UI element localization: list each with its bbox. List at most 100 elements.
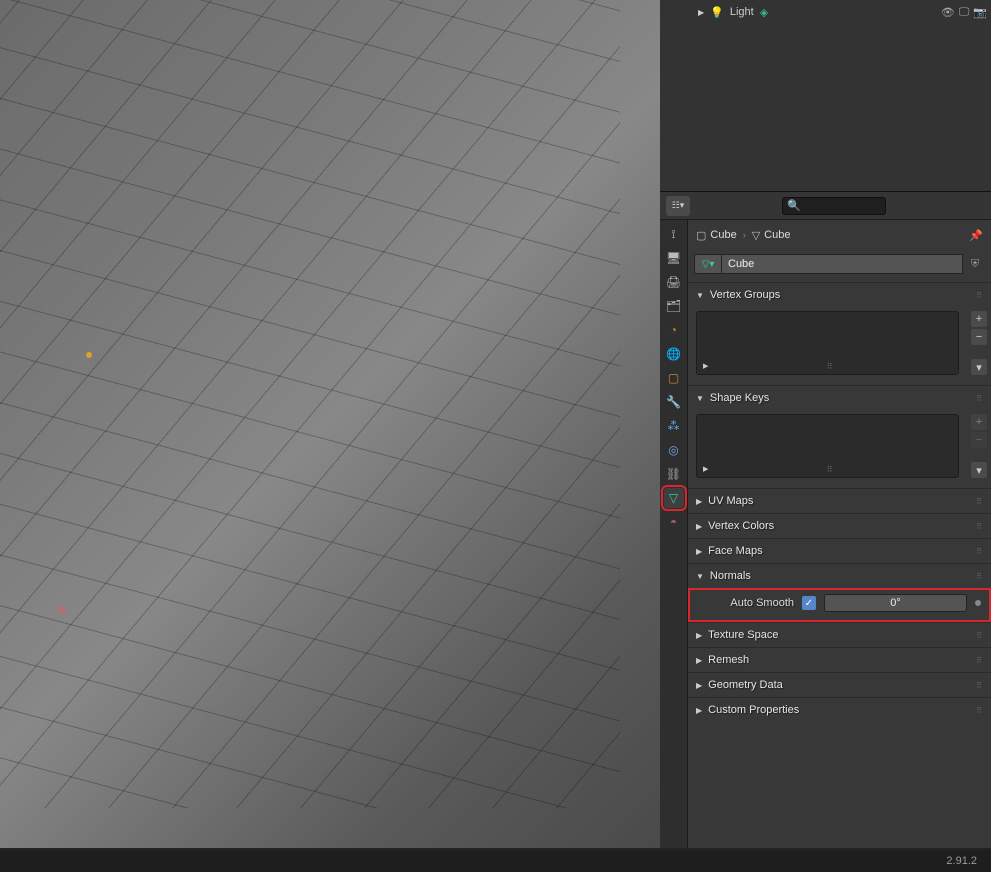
chevron-down-icon: ▼ bbox=[696, 394, 704, 403]
panel-geometry-data: ▶ Geometry Data ⠿ bbox=[688, 672, 991, 697]
expand-icon[interactable]: ▶ bbox=[698, 8, 704, 17]
scene-icon: ◔ bbox=[670, 323, 677, 337]
tab-world[interactable]: 🌐 bbox=[664, 344, 684, 364]
breadcrumb-object[interactable]: ▢ Cube bbox=[696, 229, 737, 242]
world-icon: 🌐 bbox=[666, 347, 681, 361]
tab-scene[interactable]: ◔ bbox=[664, 320, 684, 340]
datablock-name-input[interactable]: Cube bbox=[722, 254, 963, 274]
lamp-icon: 💡 bbox=[710, 6, 724, 19]
object-origin-indicator bbox=[86, 352, 92, 358]
render-enable-icon[interactable]: 📷 bbox=[973, 6, 987, 19]
tab-output[interactable]: 🖨 bbox=[664, 272, 684, 292]
auto-smooth-checkbox[interactable]: ✓ bbox=[802, 596, 816, 610]
panel-texture-space: ▶ Texture Space ⠿ bbox=[688, 622, 991, 647]
panel-header-uv-maps[interactable]: ▶ UV Maps ⠿ bbox=[688, 489, 991, 513]
pin-icon[interactable]: 📌 bbox=[969, 229, 983, 242]
list-expand-icon[interactable]: ▶ bbox=[703, 465, 708, 473]
outliner-panel[interactable]: ▶ 💡 Light ◈ 👁 🖵 📷 bbox=[660, 0, 991, 192]
list-grip-icon[interactable]: ⠿ bbox=[827, 362, 834, 371]
drag-handle-icon[interactable]: ⠿ bbox=[976, 681, 983, 690]
datablock-type-dropdown[interactable]: ▽▾ bbox=[694, 254, 722, 274]
drag-handle-icon[interactable]: ⠿ bbox=[976, 497, 983, 506]
shape-key-specials-dropdown[interactable]: ▾ bbox=[971, 462, 987, 478]
animate-property-icon[interactable] bbox=[975, 600, 981, 606]
search-icon: 🔍 bbox=[787, 199, 801, 212]
panel-header-vertex-groups[interactable]: ▼ Vertex Groups ⠿ bbox=[688, 283, 991, 307]
remove-shape-key-button: − bbox=[971, 432, 987, 448]
chevron-down-icon: ▼ bbox=[696, 572, 704, 581]
chevron-right-icon: › bbox=[743, 230, 746, 240]
3d-viewport[interactable] bbox=[0, 0, 660, 848]
panel-header-geometry-data[interactable]: ▶ Geometry Data ⠿ bbox=[688, 673, 991, 697]
tab-constraint[interactable]: ⛓ bbox=[664, 464, 684, 484]
properties-search-input[interactable]: 🔍 bbox=[782, 197, 886, 215]
breadcrumb: ▢ Cube › ▽ Cube 📌 bbox=[688, 220, 991, 250]
chevron-right-icon: ▶ bbox=[696, 547, 702, 556]
auto-smooth-angle-slider[interactable]: 0° bbox=[824, 594, 967, 612]
panel-label: Texture Space bbox=[708, 629, 778, 641]
material-icon: ◓ bbox=[670, 515, 677, 529]
wrench-icon: 🔧 bbox=[666, 395, 681, 409]
outliner-item-label[interactable]: Light bbox=[730, 6, 754, 18]
panel-uv-maps: ▶ UV Maps ⠿ bbox=[688, 488, 991, 513]
add-vertex-group-button[interactable]: + bbox=[971, 311, 987, 327]
chevron-right-icon: ▶ bbox=[696, 706, 702, 715]
tab-tool[interactable]: ⟟ bbox=[664, 224, 684, 244]
tab-mesh-data[interactable]: ▽ bbox=[664, 488, 684, 508]
panel-header-custom-properties[interactable]: ▶ Custom Properties ⠿ bbox=[688, 698, 991, 722]
object-icon: ▢ bbox=[696, 229, 706, 242]
chevron-right-icon: ▶ bbox=[696, 522, 702, 531]
drag-handle-icon[interactable]: ⠿ bbox=[976, 706, 983, 715]
properties-header: ☷▾ 🔍 bbox=[660, 192, 991, 220]
panel-label: Geometry Data bbox=[708, 679, 783, 691]
drag-handle-icon[interactable]: ⠿ bbox=[976, 631, 983, 640]
drag-handle-icon[interactable]: ⠿ bbox=[976, 547, 983, 556]
viewport-display-icon[interactable]: 🖵 bbox=[959, 6, 970, 19]
drag-handle-icon[interactable]: ⠿ bbox=[976, 522, 983, 531]
drag-handle-icon[interactable]: ⠿ bbox=[976, 394, 983, 403]
tab-viewlayer[interactable]: 🗂 bbox=[664, 296, 684, 316]
panel-header-shape-keys[interactable]: ▼ Shape Keys ⠿ bbox=[688, 386, 991, 410]
panel-header-face-maps[interactable]: ▶ Face Maps ⠿ bbox=[688, 539, 991, 563]
list-expand-icon[interactable]: ▶ bbox=[703, 362, 708, 370]
visibility-eye-icon[interactable]: 👁 bbox=[941, 6, 955, 19]
datablock-selector: ▽▾ Cube ⛨ bbox=[688, 250, 991, 282]
panel-custom-properties: ▶ Custom Properties ⠿ bbox=[688, 697, 991, 722]
panel-header-vertex-colors[interactable]: ▶ Vertex Colors ⠿ bbox=[688, 514, 991, 538]
panel-header-remesh[interactable]: ▶ Remesh ⠿ bbox=[688, 648, 991, 672]
vertex-groups-list[interactable]: ▶ ⠿ bbox=[696, 311, 959, 375]
panel-label: Vertex Colors bbox=[708, 520, 774, 532]
physics-icon: ◎ bbox=[668, 443, 678, 457]
shape-keys-list[interactable]: ▶ ⠿ bbox=[696, 414, 959, 478]
panel-header-texture-space[interactable]: ▶ Texture Space ⠿ bbox=[688, 623, 991, 647]
outliner-item-light[interactable]: ▶ 💡 Light ◈ 👁 🖵 📷 bbox=[664, 2, 987, 22]
drag-handle-icon[interactable]: ⠿ bbox=[976, 572, 983, 581]
tab-physics[interactable]: ◎ bbox=[664, 440, 684, 460]
add-shape-key-button[interactable]: + bbox=[971, 414, 987, 430]
tab-object[interactable]: ▢ bbox=[664, 368, 684, 388]
render-icon: 🖥 bbox=[666, 251, 681, 265]
fake-user-shield-icon[interactable]: ⛨ bbox=[965, 254, 985, 274]
panel-header-normals[interactable]: ▼ Normals ⠿ bbox=[688, 564, 991, 588]
panel-face-maps: ▶ Face Maps ⠿ bbox=[688, 538, 991, 563]
tab-render[interactable]: 🖥 bbox=[664, 248, 684, 268]
editor-type-dropdown[interactable]: ☷▾ bbox=[666, 196, 690, 216]
tab-modifier[interactable]: 🔧 bbox=[664, 392, 684, 412]
light-data-icon[interactable]: ◈ bbox=[760, 6, 768, 19]
breadcrumb-object-label: Cube bbox=[710, 229, 736, 241]
drag-handle-icon[interactable]: ⠿ bbox=[976, 656, 983, 665]
status-bar: 2.91.2 bbox=[0, 850, 991, 872]
drag-handle-icon[interactable]: ⠿ bbox=[976, 291, 983, 300]
chevron-right-icon: ▶ bbox=[696, 631, 702, 640]
tab-particle[interactable]: ⁂ bbox=[664, 416, 684, 436]
vertex-group-specials-dropdown[interactable]: ▾ bbox=[971, 359, 987, 375]
list-grip-icon[interactable]: ⠿ bbox=[827, 465, 834, 474]
breadcrumb-data-label: Cube bbox=[764, 229, 790, 241]
remove-vertex-group-button[interactable]: − bbox=[971, 329, 987, 345]
particle-icon: ⁂ bbox=[668, 419, 680, 433]
tab-material[interactable]: ◓ bbox=[664, 512, 684, 532]
properties-tab-column: ⟟ 🖥 🖨 🗂 ◔ 🌐 ▢ 🔧 ⁂ ◎ ⛓ ▽ ◓ bbox=[660, 220, 688, 848]
output-icon: 🖨 bbox=[666, 275, 681, 289]
tool-icon: ⟟ bbox=[671, 227, 675, 242]
breadcrumb-data[interactable]: ▽ Cube bbox=[752, 229, 791, 242]
